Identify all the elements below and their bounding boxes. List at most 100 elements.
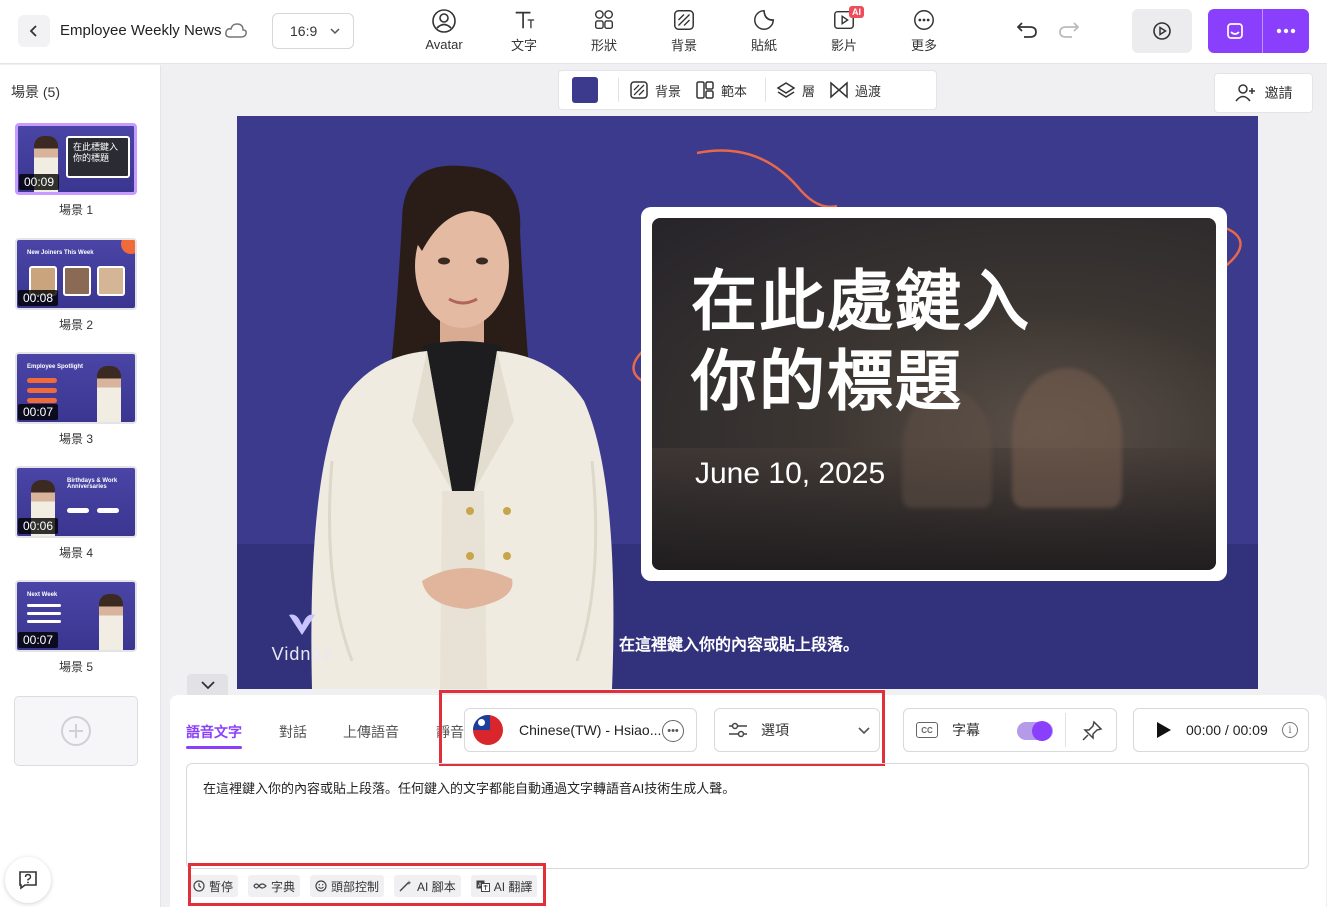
scene-item-1[interactable]: 在此標鍵入 你的標題 00:09 場景 1 <box>15 123 137 218</box>
back-button[interactable] <box>18 15 50 47</box>
avatar-icon <box>432 9 456 33</box>
invite-label: 邀請 <box>1264 85 1293 101</box>
invite-button[interactable]: 邀請 <box>1214 73 1313 113</box>
tool-sticker-label: 貼紙 <box>750 38 777 53</box>
thumbnail-avatar <box>97 366 121 422</box>
more-icon <box>914 10 934 30</box>
slide-subtitle: 在這裡鍵入你的內容或貼上段落。 <box>619 637 860 654</box>
plus-circle-icon <box>61 716 91 746</box>
script-textarea[interactable]: 在這裡鍵入你的內容或貼上段落。任何鍵入的文字都能自動通過文字轉語音AI技術生成人… <box>186 763 1309 869</box>
tab-voice-text[interactable]: 語音文字 <box>186 722 242 742</box>
text-icon <box>515 11 535 29</box>
layer-button[interactable]: 層 <box>776 80 815 100</box>
tab-dialogue[interactable]: 對話 <box>279 722 307 742</box>
playback-time: 00:00 / 00:09 <box>1186 722 1268 738</box>
scene-name: 場景 4 <box>58 546 93 560</box>
tool-shapes[interactable]: 形狀 <box>576 8 632 54</box>
scene-thumbnail: Birthdays & Work Anniversaries 00:06 <box>15 466 137 538</box>
thumbnail-pill <box>27 398 57 403</box>
preview-button[interactable] <box>1132 9 1192 53</box>
scenes-panel: 場景 (5) 在此標鍵入 你的標題 00:09 場景 1 New Joiners… <box>0 65 161 907</box>
add-scene-button[interactable] <box>14 696 138 766</box>
tool-avatar[interactable]: Avatar <box>416 8 472 54</box>
thumbnail-pill <box>27 388 57 393</box>
ellipsis-icon <box>1276 28 1296 34</box>
play-icon[interactable] <box>1156 721 1172 739</box>
ai-badge: AI <box>849 6 864 18</box>
shapes-icon <box>595 10 613 29</box>
background-icon <box>630 81 648 99</box>
caption-toggle[interactable] <box>1017 721 1053 741</box>
scene-duration: 00:08 <box>18 290 59 306</box>
transition-label: 過渡 <box>855 83 882 99</box>
tool-video[interactable]: AI 影片 <box>816 6 872 54</box>
presenter-avatar[interactable] <box>292 161 632 689</box>
aspect-ratio-value: 16:9 <box>290 23 318 39</box>
highlight-box <box>188 863 546 906</box>
thumbnail-card-title: 在此標鍵入 你的標題 <box>73 143 119 164</box>
redo-icon[interactable] <box>1057 20 1081 40</box>
thumbnail-line <box>27 612 61 615</box>
tool-shapes-label: 形狀 <box>590 38 617 53</box>
chevron-down-icon <box>200 680 215 689</box>
tool-text[interactable]: 文字 <box>496 8 552 54</box>
pin-sparkle-icon[interactable] <box>1080 719 1104 743</box>
tool-more[interactable]: 更多 <box>896 8 952 54</box>
tab-upload-audio[interactable]: 上傳語音 <box>343 722 399 742</box>
thumbnail-pill <box>67 508 89 513</box>
tool-background-label: 背景 <box>670 38 697 53</box>
tool-background[interactable]: 背景 <box>656 8 712 54</box>
vidnoz-logo-text: Vidnoz <box>271 644 333 664</box>
tool-sticker[interactable]: 貼紙 <box>736 8 792 54</box>
thumbnail-photo <box>97 266 125 296</box>
help-button[interactable] <box>5 857 51 903</box>
title-card[interactable]: 在此處鍵入 你的標題 June 10, 2025 <box>641 207 1227 581</box>
scene-duration: 00:09 <box>19 174 60 190</box>
scene-item-3[interactable]: Employee Spotlight 00:07 場景 3 <box>15 352 137 447</box>
thumbnail-avatar <box>99 594 123 650</box>
layer-label: 層 <box>802 83 816 99</box>
scene-item-5[interactable]: Next Week 00:07 場景 5 <box>15 580 137 675</box>
collapse-panel-button[interactable] <box>187 674 228 695</box>
tool-more-label: 更多 <box>910 38 937 53</box>
project-title[interactable]: Employee Weekly News <box>60 22 221 39</box>
slide-headline[interactable]: 在此處鍵入 你的標題 <box>691 262 1031 422</box>
scene-name: 場景 5 <box>58 660 93 674</box>
thumbnail-card: 在此標鍵入 你的標題 <box>66 136 130 178</box>
scene-item-4[interactable]: Birthdays & Work Anniversaries 00:06 場景 … <box>15 466 137 561</box>
sticker-icon <box>754 10 774 30</box>
background-label: 背景 <box>655 83 682 99</box>
scene-thumbnail: Employee Spotlight 00:07 <box>15 352 137 424</box>
caption-label: 字幕 <box>952 722 980 738</box>
undo-icon[interactable] <box>1015 20 1039 40</box>
closed-caption-icon: CC <box>916 722 938 738</box>
scene-item-2[interactable]: New Joiners This Week 00:08 場景 2 <box>15 238 137 333</box>
generate-button[interactable] <box>1208 9 1263 53</box>
tool-avatar-label: Avatar <box>425 37 463 52</box>
cloud-sync-icon <box>225 23 247 38</box>
vidnoz-logo-icon <box>289 614 315 635</box>
slide-canvas[interactable]: 在此處鍵入 你的標題 June 10, 2025 Vidnoz 在這裡鍵入你的內… <box>237 116 1258 689</box>
play-circle-icon <box>1153 22 1171 40</box>
scene-name: 場景 3 <box>58 432 93 446</box>
thumbnail-title: Next Week <box>27 592 58 598</box>
export-button[interactable] <box>1208 9 1309 53</box>
template-button[interactable]: 範本 <box>695 80 747 100</box>
export-more-button[interactable] <box>1263 9 1309 53</box>
vidnoz-logo: Vidnoz <box>269 611 335 665</box>
info-icon[interactable]: i <box>1282 722 1298 738</box>
transition-icon <box>830 81 848 99</box>
top-bar: Employee Weekly News 16:9 Avatar 文字 形狀 背… <box>0 0 1327 64</box>
thumbnail-title: Birthdays & Work Anniversaries <box>67 478 118 490</box>
thumbnail-photo <box>63 266 91 296</box>
thumbnail-title: New Joiners This Week <box>27 250 94 256</box>
transition-button[interactable]: 過渡 <box>829 80 881 100</box>
active-tab-indicator <box>186 746 242 749</box>
aspect-ratio-select[interactable]: 16:9 <box>272 13 354 49</box>
slide-date[interactable]: June 10, 2025 <box>695 457 885 491</box>
scene-duration: 00:07 <box>18 404 59 420</box>
background-color-swatch[interactable] <box>572 77 598 103</box>
audio-preview: 00:00 / 00:09 i <box>1133 708 1309 752</box>
background-button[interactable]: 背景 <box>629 80 681 100</box>
layers-icon <box>776 82 796 98</box>
